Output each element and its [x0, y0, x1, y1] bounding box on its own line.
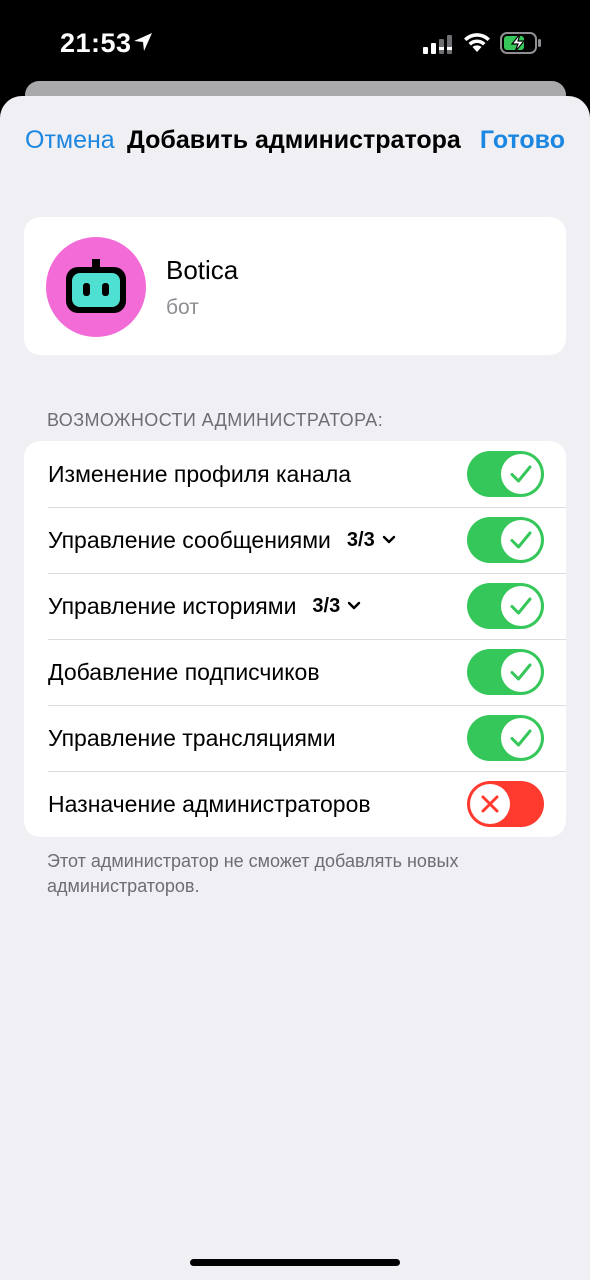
rights-section-header: ВОЗМОЖНОСТИ АДМИНИСТРАТОРА:: [47, 410, 384, 430]
battery-charging-icon: [500, 32, 541, 54]
wifi-icon: [464, 33, 490, 52]
toggle-knob: [501, 586, 541, 626]
checkmark-icon: [510, 729, 532, 747]
right-row-manage-streams[interactable]: Управление трансляциями: [24, 705, 566, 771]
add-admin-sheet: Отмена Добавить администратора Готово Bo…: [0, 96, 590, 1280]
nav-bar: Отмена Добавить администратора Готово: [0, 96, 590, 186]
right-label: Управление трансляциями: [48, 724, 336, 751]
cancel-button[interactable]: Отмена: [25, 126, 115, 155]
bot-subtitle: бот: [166, 296, 199, 319]
checkmark-icon: [510, 597, 532, 615]
rights-footer-note: Этот администратор не сможет добавлять н…: [47, 851, 459, 896]
toggle-switch[interactable]: [467, 451, 544, 497]
toggle-knob: [501, 520, 541, 560]
right-row-add-subscribers[interactable]: Добавление подписчиков: [24, 639, 566, 705]
right-label: Управление историями: [48, 592, 297, 619]
toggle-switch[interactable]: [467, 583, 544, 629]
toggle-switch[interactable]: [467, 517, 544, 563]
right-row-manage-stories[interactable]: Управление историями 3/3: [24, 573, 566, 639]
checkmark-icon: [510, 531, 532, 549]
checkmark-icon: [510, 663, 532, 681]
toggle-knob: [470, 784, 510, 824]
avatar: [46, 237, 146, 337]
right-label: Управление сообщениями: [48, 526, 331, 553]
close-icon: [481, 795, 499, 813]
right-row-manage-messages[interactable]: Управление сообщениями 3/3: [24, 507, 566, 573]
permissions-count-dropdown[interactable]: 3/3: [347, 529, 396, 552]
toggle-knob: [501, 718, 541, 758]
done-button[interactable]: Готово: [480, 126, 565, 155]
admin-rights-list: Изменение профиля канала Управление сооб…: [24, 441, 566, 837]
page-title: Добавить администратора: [127, 126, 461, 154]
toggle-knob: [501, 454, 541, 494]
toggle-switch[interactable]: [467, 649, 544, 695]
permissions-count: 3/3: [346, 528, 375, 551]
permissions-count: 3/3: [312, 594, 341, 617]
status-bar: 21:53: [0, 0, 590, 90]
permissions-count-dropdown[interactable]: 3/3: [312, 595, 361, 618]
signal-icon: [423, 35, 452, 54]
robot-icon: [66, 259, 126, 313]
chevron-down-icon: [348, 601, 361, 610]
chevron-down-icon: [382, 535, 395, 544]
home-indicator[interactable]: [190, 1259, 400, 1266]
bot-name: Botica: [166, 255, 239, 285]
right-row-add-admins[interactable]: Назначение администраторов: [24, 771, 566, 837]
right-row-edit-profile[interactable]: Изменение профиля канала: [24, 441, 566, 507]
toggle-knob: [501, 652, 541, 692]
status-time: 21:53: [60, 28, 132, 58]
location-icon: [134, 33, 152, 51]
right-label: Изменение профиля канала: [48, 460, 352, 487]
toggle-switch[interactable]: [467, 715, 544, 761]
right-label: Добавление подписчиков: [48, 658, 320, 685]
checkmark-icon: [510, 465, 532, 483]
right-label: Назначение администраторов: [48, 790, 371, 817]
bot-profile-card: Botica бот: [24, 217, 566, 355]
toggle-switch[interactable]: [467, 781, 544, 827]
